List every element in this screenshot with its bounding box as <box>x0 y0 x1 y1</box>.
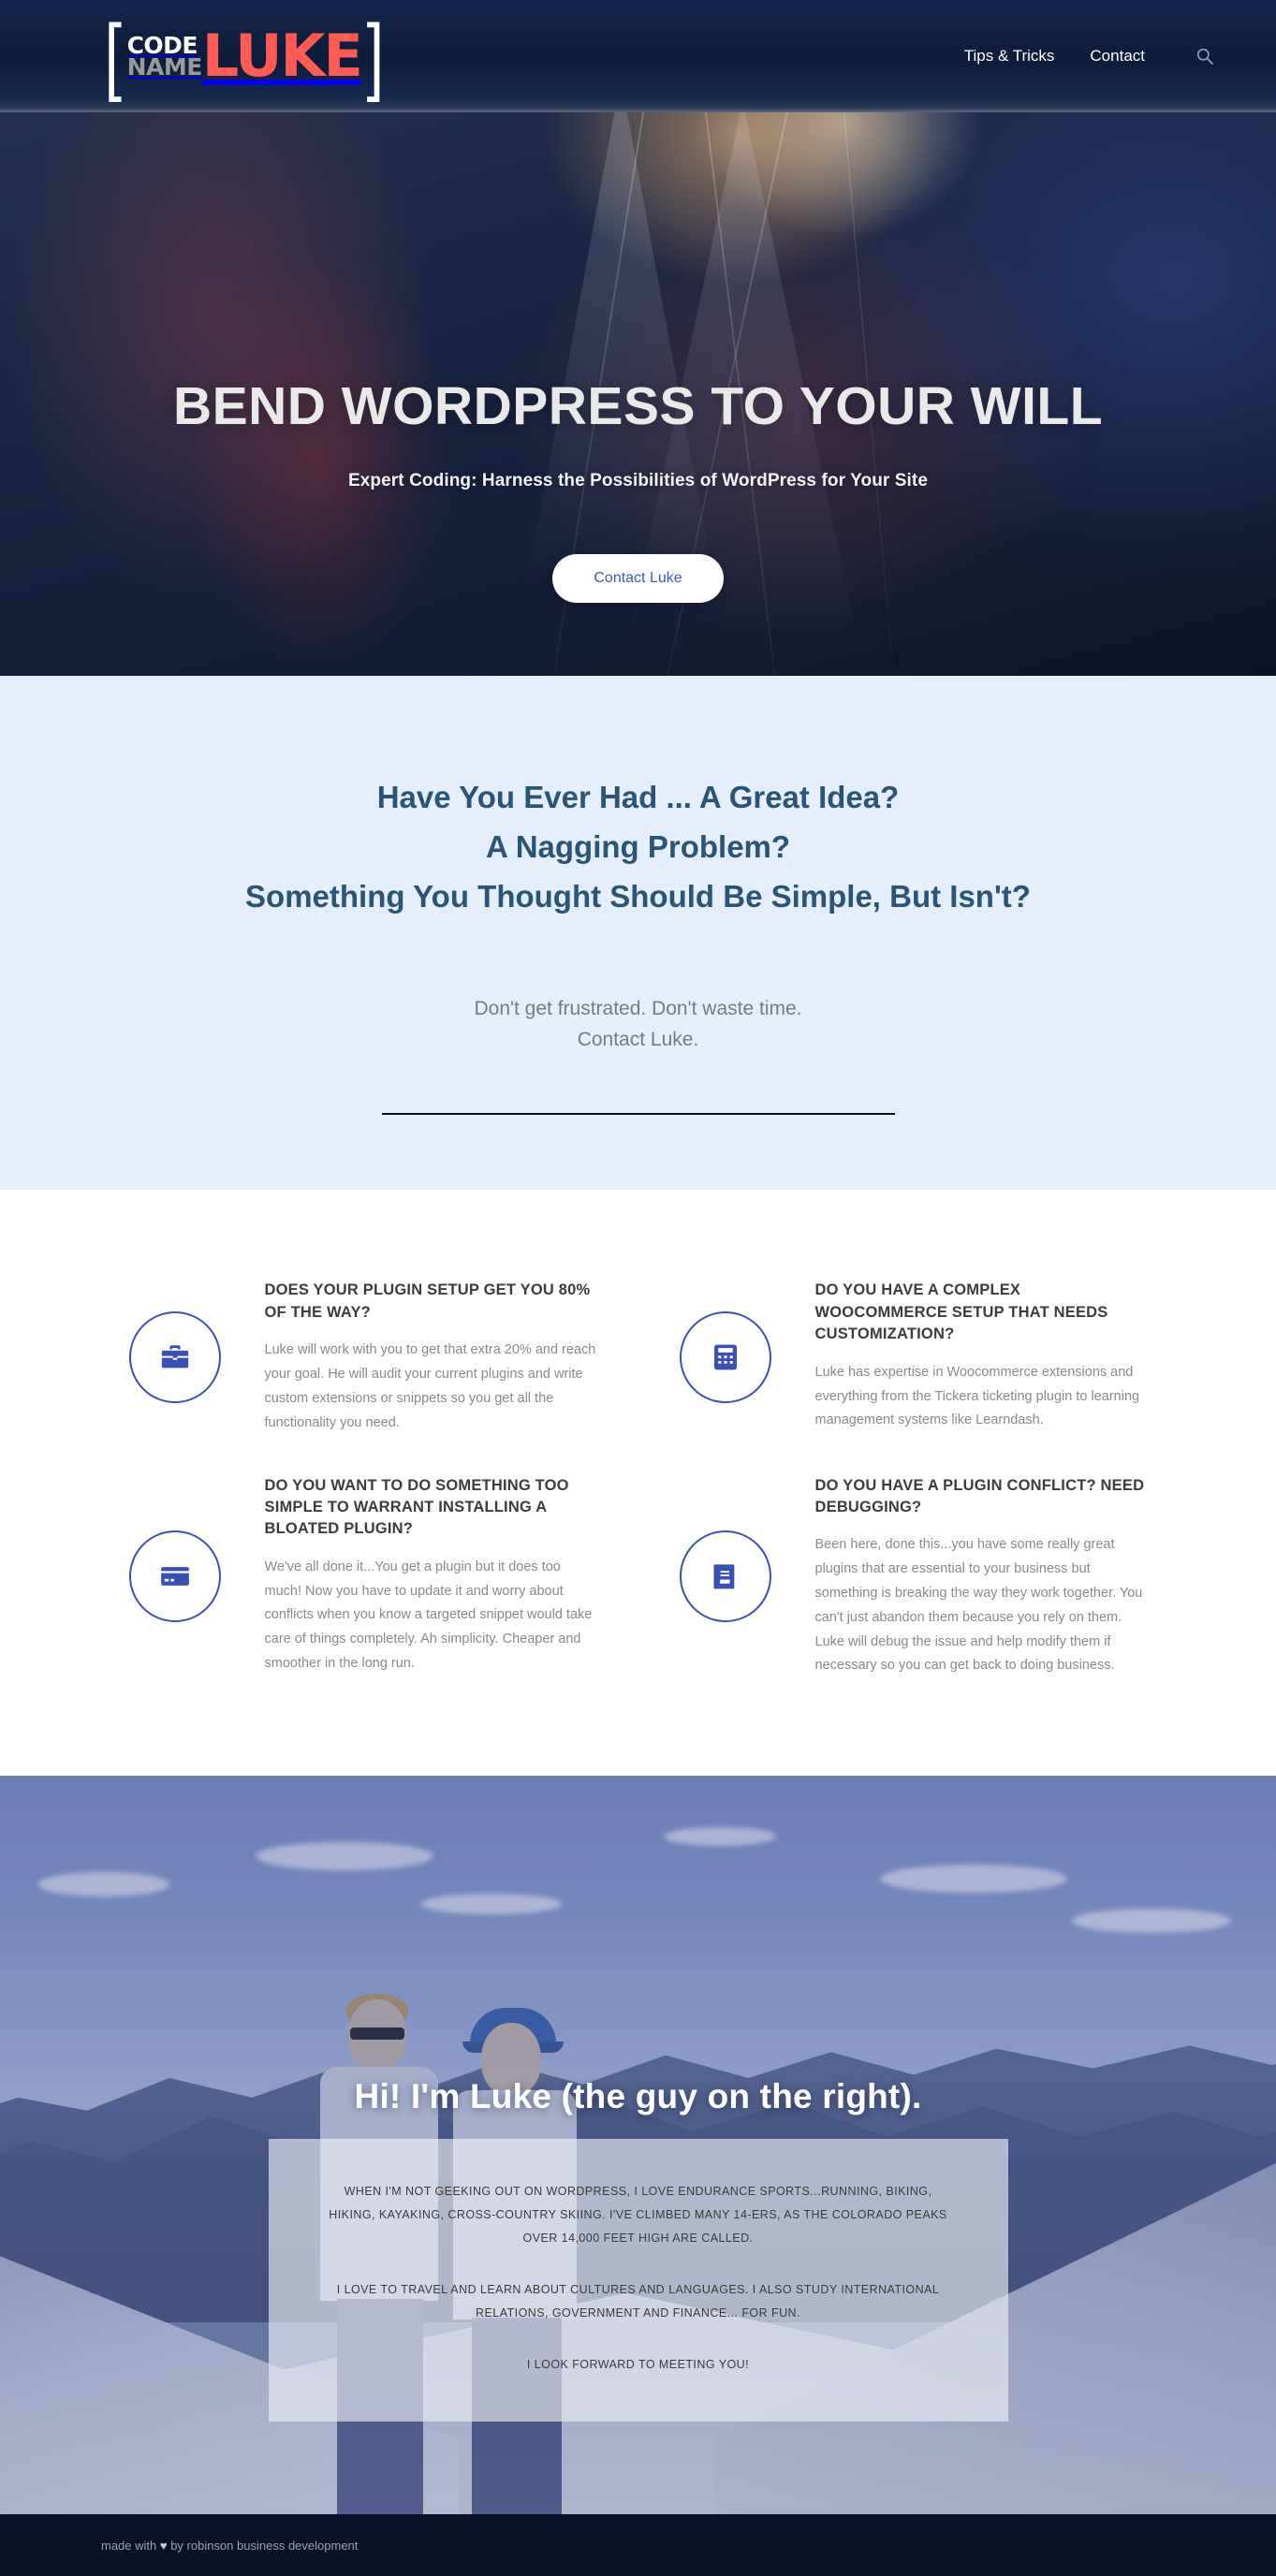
logo-luke-text: LUKE <box>201 21 363 90</box>
intro-note-line-1: Don't get frustrated. Don't waste time. <box>474 998 802 1020</box>
about-paragraph-2: I LOVE TO TRAVEL AND LEARN ABOUT CULTURE… <box>336 2283 940 2320</box>
intro-note-line-2: Contact Luke. <box>577 1028 699 1050</box>
feature-card-simple-snippet: DO YOU WANT TO DO SOMETHING TOO SIMPLE T… <box>128 1462 598 1696</box>
nav-item-tips-and-tricks[interactable]: Tips & Tricks <box>964 47 1055 66</box>
about-paragraph-3: I LOOK FORWARD TO MEETING YOU! <box>526 2358 750 2372</box>
feature-icon-circle <box>128 1530 221 1623</box>
feature-icon-wrap <box>128 1530 222 1623</box>
logo-bracket-left: [ <box>104 7 122 104</box>
intro-divider <box>381 1113 895 1116</box>
nav-item-contact[interactable]: Contact <box>1090 47 1145 66</box>
logo-codename-stack: CODE NAME <box>126 34 203 80</box>
about-content: Hi! I'm Luke (the guy on the right). WHE… <box>0 1776 1276 2422</box>
hero-title: BEND WORDPRESS TO YOUR WILL <box>172 376 1104 436</box>
about-section: Hi! I'm Luke (the guy on the right). WHE… <box>0 1776 1276 2515</box>
site-footer: made with ♥ by robinson business develop… <box>0 2514 1276 2576</box>
site-logo[interactable]: [ CODE NAME LUKE ] <box>101 7 387 104</box>
logo-name-text: NAME <box>126 53 203 80</box>
main-navigation: Tips & Tricks Contact <box>964 43 1218 69</box>
feature-title: DO YOU HAVE A COMPLEX WOOCOMMERCE SETUP … <box>814 1281 1108 1343</box>
features-grid: DOES YOUR PLUGIN SETUP GET YOU 80% OF TH… <box>128 1266 1149 1695</box>
intro-note: Don't get frustrated. Don't waste time. … <box>0 994 1276 1055</box>
feature-card-plugin-setup: DOES YOUR PLUGIN SETUP GET YOU 80% OF TH… <box>128 1266 598 1452</box>
intro-heading-1: Have You Ever Had ... A Great Idea? <box>376 780 900 814</box>
book-icon <box>712 1564 734 1589</box>
feature-card-plugin-conflict: DO YOU HAVE A PLUGIN CONFLICT? NEED DEBU… <box>679 1462 1149 1696</box>
credit-card-icon <box>160 1567 189 1587</box>
feature-icon-wrap <box>679 1530 772 1623</box>
feature-icon-wrap <box>679 1280 772 1404</box>
feature-title: DO YOU WANT TO DO SOMETHING TOO SIMPLE T… <box>264 1476 569 1538</box>
feature-card-woocommerce: DO YOU HAVE A COMPLEX WOOCOMMERCE SETUP … <box>679 1266 1149 1452</box>
search-icon <box>1196 48 1213 65</box>
hero-content: BEND WORDPRESS TO YOUR WILL Expert Codin… <box>0 112 1276 603</box>
feature-text: We've all done it...You get a plugin but… <box>264 1559 593 1671</box>
calculator-icon <box>713 1345 737 1370</box>
intro-section: Have You Ever Had ... A Great Idea? A Na… <box>0 676 1276 1191</box>
feature-body: DO YOU HAVE A COMPLEX WOOCOMMERCE SETUP … <box>772 1280 1149 1433</box>
about-paragraph-1: WHEN I'M NOT GEEKING OUT ON WORDPRESS, I… <box>329 2185 947 2246</box>
search-button[interactable] <box>1192 43 1218 69</box>
briefcase-icon <box>161 1345 188 1368</box>
site-header: [ CODE NAME LUKE ] Tips & Tricks Contact <box>0 0 1276 112</box>
about-title: Hi! I'm Luke (the guy on the right). <box>354 2077 922 2116</box>
intro-heading-2: A Nagging Problem? <box>485 828 791 864</box>
feature-title: DOES YOUR PLUGIN SETUP GET YOU 80% OF TH… <box>264 1281 591 1321</box>
hero-section: BEND WORDPRESS TO YOUR WILL Expert Codin… <box>0 112 1276 676</box>
features-section: DOES YOUR PLUGIN SETUP GET YOU 80% OF TH… <box>0 1190 1276 1777</box>
logo-wordmark: CODE NAME LUKE <box>126 21 363 90</box>
about-bio-box: WHEN I'M NOT GEEKING OUT ON WORDPRESS, I… <box>268 2139 1008 2422</box>
hero-contact-button[interactable]: Contact Luke <box>552 553 724 603</box>
feature-text: Luke will work with you to get that extr… <box>264 1342 596 1430</box>
feature-icon-circle <box>679 1530 771 1623</box>
feature-icon-circle <box>128 1311 221 1404</box>
logo-bracket-right: ] <box>366 7 384 104</box>
feature-body: DO YOU WANT TO DO SOMETHING TOO SIMPLE T… <box>222 1475 598 1676</box>
feature-body: DO YOU HAVE A PLUGIN CONFLICT? NEED DEBU… <box>772 1475 1149 1679</box>
intro-heading-3: Something You Thought Should Be Simple, … <box>245 878 1031 914</box>
feature-icon-wrap <box>128 1280 222 1404</box>
feature-text: Been here, done this...you have some rea… <box>814 1537 1143 1674</box>
feature-title: DO YOU HAVE A PLUGIN CONFLICT? NEED DEBU… <box>814 1476 1145 1515</box>
feature-body: DOES YOUR PLUGIN SETUP GET YOU 80% OF TH… <box>222 1280 598 1435</box>
feature-icon-circle <box>679 1311 771 1404</box>
feature-text: Luke has expertise in Woocommerce extens… <box>814 1364 1140 1428</box>
hero-subtitle: Expert Coding: Harness the Possibilities… <box>347 470 929 490</box>
